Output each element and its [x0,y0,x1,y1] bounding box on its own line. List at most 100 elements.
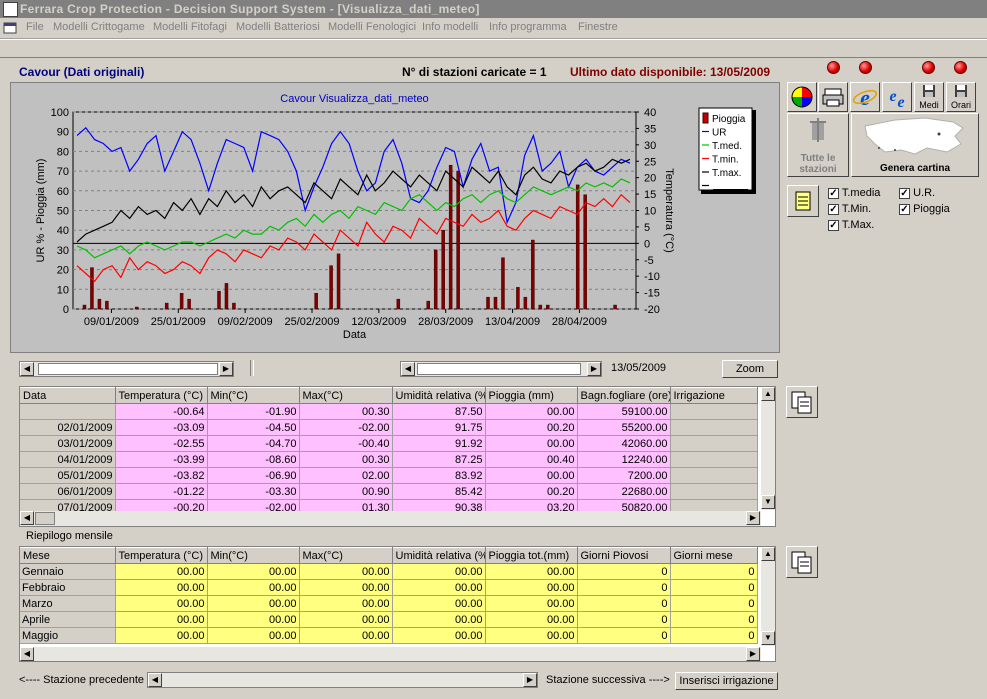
row-label-cell[interactable]: Aprile [20,611,116,628]
table-cell[interactable]: 91.92 [392,435,486,452]
station-scrollbar[interactable]: ◀ ▶ [147,672,538,688]
daily-data-grid[interactable]: Data Temperatura (°C) Min(°C) Max(°C) Umidit… [19,386,776,527]
table-cell[interactable] [670,467,758,484]
table-cell[interactable]: -04.70 [207,435,300,452]
all-stations-button[interactable]: Tutte le stazioni [787,113,849,177]
table-row[interactable]: 04/01/2009 -03.99 -08.60 00.30 87.25 00.40 122… [20,451,758,468]
table-cell[interactable]: 0 [670,579,758,596]
table-cell[interactable]: 00.20 [485,419,578,436]
table-cell[interactable]: 0 [577,627,671,644]
copy-monthly-button[interactable] [786,546,818,578]
menu-info-modelli[interactable]: Info modelli [422,21,478,33]
column-header[interactable]: Min(°C) [207,387,300,404]
table-cell[interactable]: 02.00 [299,467,393,484]
scroll-right-icon[interactable]: ▶ [746,511,760,525]
scroll-thumb[interactable] [417,363,581,375]
table-cell[interactable]: 22680.00 [577,483,671,500]
menu-modelli-batteriosi[interactable]: Modelli Batteriosi [236,21,320,33]
chart-end-scrollbar[interactable]: ◀ ▶ [400,361,602,377]
save-medi-button[interactable]: Medi [914,82,944,112]
table-cell[interactable]: 00.00 [115,563,208,580]
table-row[interactable]: 06/01/2009 -01.22 -03.30 00.90 85.42 00.20 226… [20,483,758,500]
table-cell[interactable]: -04.50 [207,419,300,436]
column-header[interactable]: Bagn.fogliare (ore) [577,387,671,404]
table-cell[interactable]: -06.90 [207,467,300,484]
menu-finestre[interactable]: Finestre [578,21,618,33]
previous-station-link[interactable]: <---- Stazione precedente [19,674,144,686]
table-cell[interactable]: 00.30 [299,451,393,468]
scroll-thumb[interactable] [35,512,55,525]
table-cell[interactable]: 0 [577,563,671,580]
table-cell[interactable]: 83.92 [392,467,486,484]
table-cell[interactable]: 55200.00 [577,419,671,436]
column-header[interactable]: Temperatura (°C) [115,387,208,404]
row-label-cell[interactable]: 03/01/2009 [20,435,116,452]
scroll-right-icon[interactable]: ▶ [746,647,760,661]
table-cell[interactable] [670,435,758,452]
table-cell[interactable]: 91.75 [392,419,486,436]
table-cell[interactable]: 00.00 [207,627,300,644]
scroll-right-icon[interactable]: ▶ [219,362,233,376]
menu-info-programma[interactable]: Info programma [489,21,567,33]
table-cell[interactable]: 00.00 [299,627,393,644]
table-cell[interactable]: 00.00 [485,435,578,452]
table-cell[interactable]: 0 [670,627,758,644]
table-cell[interactable]: 00.00 [485,627,578,644]
table-cell[interactable]: -03.09 [115,419,208,436]
scroll-left-icon[interactable]: ◀ [20,511,34,525]
scroll-up-icon[interactable]: ▲ [761,387,775,401]
table-row[interactable]: Marzo 00.00 00.00 00.00 00.00 00.00 0 0 [20,595,758,612]
table-cell[interactable]: 7200.00 [577,467,671,484]
table-cell[interactable]: -02.00 [299,419,393,436]
scroll-thumb[interactable] [38,363,218,375]
menu-modelli-crittogame[interactable]: Modelli Crittogame [53,21,145,33]
column-header[interactable]: Mese [20,547,116,564]
scroll-right-icon[interactable]: ▶ [587,362,601,376]
table-cell[interactable]: 87.25 [392,451,486,468]
table-cell[interactable]: -02.55 [115,435,208,452]
table-cell[interactable] [670,419,758,436]
table-cell[interactable]: 00.00 [299,595,393,612]
internet-button[interactable]: e [850,82,880,112]
table-cell[interactable] [670,483,758,500]
internet-multi-button[interactable]: ee [882,82,912,112]
table-cell[interactable]: 0 [577,611,671,628]
table-cell[interactable]: 00.00 [115,627,208,644]
table-cell[interactable]: 00.00 [207,579,300,596]
monthly-vscroll[interactable]: ▲ ▼ [761,547,775,646]
next-station-link[interactable]: Stazione successiva ----> [546,674,670,686]
row-label-cell[interactable]: 05/01/2009 [20,467,116,484]
save-orari-button[interactable]: Orari [946,82,976,112]
table-cell[interactable]: 00.00 [485,563,578,580]
row-label-cell[interactable]: 06/01/2009 [20,483,116,500]
notes-button[interactable] [787,185,819,217]
monthly-hscroll[interactable]: ◀ ▶ [20,647,761,661]
column-header[interactable]: Giorni Piovosi [577,547,671,564]
menu-file[interactable]: File [26,21,44,33]
table-cell[interactable]: 00.00 [207,611,300,628]
color-palette-button[interactable] [787,82,817,112]
table-cell[interactable]: 0 [670,595,758,612]
column-header[interactable]: Umidità relativa (% [392,547,486,564]
table-row[interactable]: Febbraio 00.00 00.00 00.00 00.00 00.00 0 0 [20,579,758,596]
table-row[interactable]: Gennaio 00.00 00.00 00.00 00.00 00.00 0 0 [20,563,758,580]
checkbox-tmax[interactable]: ✓ T.Max. [828,219,874,231]
column-header[interactable]: Max(°C) [299,387,393,404]
row-label-cell[interactable]: Maggio [20,627,116,644]
table-cell[interactable]: 00.40 [485,451,578,468]
chart-start-scrollbar[interactable]: ◀ ▶ [19,361,234,377]
column-header[interactable]: Min(°C) [207,547,300,564]
child-window-icon[interactable] [3,21,17,34]
table-cell[interactable]: -01.22 [115,483,208,500]
table-row[interactable]: Aprile 00.00 00.00 00.00 00.00 00.00 0 0 [20,611,758,628]
row-label-cell[interactable]: Gennaio [20,563,116,580]
insert-irrigation-button[interactable]: Inserisci irrigazione [675,672,778,690]
menu-modelli-fitofagi[interactable]: Modelli Fitofagi [153,21,227,33]
table-cell[interactable]: 00.00 [392,595,486,612]
menu-modelli-fenologici[interactable]: Modelli Fenologici [328,21,416,33]
row-label-cell[interactable]: Febbraio [20,579,116,596]
column-header[interactable]: Data [20,387,116,404]
table-cell[interactable]: 85.42 [392,483,486,500]
table-row[interactable]: 02/01/2009 -03.09 -04.50 -02.00 91.75 00.20 55… [20,419,758,436]
table-cell[interactable]: 00.00 [392,563,486,580]
